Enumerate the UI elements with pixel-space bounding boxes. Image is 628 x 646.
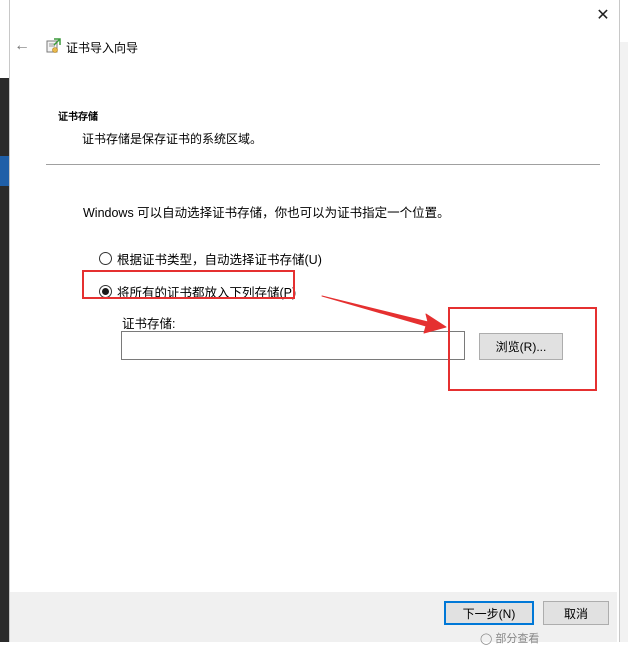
header-divider [46, 164, 600, 165]
section-description: 证书存储是保存证书的系统区域。 [82, 132, 263, 146]
cancel-button-label: 取消 [563, 606, 588, 621]
certificate-store-field[interactable] [121, 331, 465, 360]
section-title: 证书存储 [58, 112, 98, 123]
back-button[interactable]: ← [12, 36, 32, 56]
cancel-button[interactable]: 取消 [543, 601, 609, 625]
intro-text: Windows 可以自动选择证书存储，你也可以为证书指定一个位置。 [83, 206, 450, 220]
wizard-title: 证书导入向导 [66, 41, 139, 55]
annotation-highlight-browse [448, 307, 597, 391]
next-button-label: 下一步(N) [462, 606, 516, 621]
certificate-store-label: 证书存储: [122, 317, 176, 331]
radio-auto-label: 根据证书类型，自动选择证书存储(U) [117, 252, 322, 267]
back-arrow-icon: ← [14, 37, 30, 54]
background-window-text: ◯ 部分查看 [480, 633, 540, 645]
annotation-highlight-radio [82, 270, 295, 299]
radio-button-auto[interactable] [99, 251, 112, 265]
next-button[interactable]: 下一步(N) [444, 601, 534, 625]
radio-auto-select-store[interactable]: 根据证书类型，自动选择证书存储(U) [99, 249, 322, 267]
close-icon: ✕ [596, 7, 610, 24]
close-button[interactable]: ✕ [588, 4, 618, 28]
background-window-edge-left [0, 0, 9, 642]
certificate-wizard-icon [46, 38, 61, 53]
